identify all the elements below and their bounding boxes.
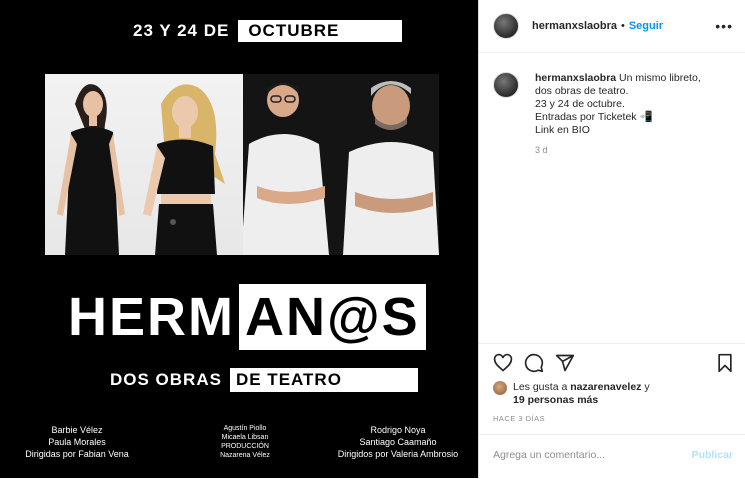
likes-others-link[interactable]: 19 personas más [513,394,598,406]
show-logo: HERM AN@S [64,284,426,350]
comment-icon[interactable] [524,353,544,373]
credit-line: Dirigidas por Fabian Vena [25,449,129,459]
share-icon[interactable] [555,353,575,373]
credit-line: Micaela Libsan [221,434,269,441]
caption-text-line: Link en BIO [535,124,590,136]
credit-line: Barbie Vélez [51,425,103,435]
credit-line: Agustín Piollo [223,425,267,432]
credit-line: Santiago Caamaño [359,437,437,447]
date-banner: 23 Y 24 DE OCTUBRE [133,20,403,42]
credit-line: Nazarena Vélez [220,452,270,459]
heart-icon[interactable] [493,353,513,373]
credit-line: Paula Morales [48,437,106,447]
likes-connector: y [644,381,650,393]
comment-bar: Publicar [479,434,745,479]
separator-dot: • [620,20,625,32]
credit-line: PRODUCCIÓN [221,443,269,450]
avatar[interactable] [493,13,519,39]
instagram-post-modal: 23 Y 24 DE OCTUBRE HERM AN@S DOS OBRAS D… [0,0,745,478]
actors-photo [243,74,439,255]
caption-text-line: Un mismo libreto, [619,72,701,84]
liker-username[interactable]: nazarenavelez [570,381,641,393]
caption-text-line: dos obras de teatro. [535,85,629,97]
credits-left: Barbie Vélez Paula Morales Dirigidas por… [14,424,140,460]
post-side-panel: hermanxslaobra • Seguir ••• hermanxslaob… [478,0,745,478]
more-options-icon[interactable]: ••• [715,18,733,34]
subtitle-banner: DOS OBRAS DE TEATRO [110,368,418,392]
actors-illustration [243,81,439,255]
actresses-illustration [57,84,225,255]
follow-button[interactable]: Seguir [629,20,663,32]
caption-timestamp[interactable]: 3 d [535,144,701,157]
logo-right-text: AN@S [239,284,426,350]
caption-text-line: Entradas por Ticketek 📲 [535,111,653,123]
likes-summary: Les gusta a nazarenavelez y 19 personas … [493,381,650,407]
post-header: hermanxslaobra • Seguir ••• [479,0,745,53]
caption-username[interactable]: hermanxslaobra [535,72,616,84]
likes-prefix: Les gusta a [513,381,568,393]
avatar[interactable] [493,72,519,98]
comment-input[interactable] [493,449,673,461]
liker-avatar[interactable] [493,381,507,395]
credits-center: Agustín Piollo Micaela Libsan PRODUCCIÓN… [200,424,290,460]
bookmark-icon[interactable] [715,353,735,373]
date-text: 23 Y 24 DE [133,21,230,40]
header-username[interactable]: hermanxslaobra [532,20,617,32]
credit-line: Dirigidos por Valeria Ambrosio [337,449,459,459]
posted-date[interactable]: HACE 3 DÍAS [493,414,545,423]
caption: hermanxslaobra Un mismo libreto, dos obr… [493,72,733,157]
caption-text-line: 23 y 24 de octubre. [535,98,625,110]
month-box: OCTUBRE [238,20,403,42]
logo-left-text: HERM [64,284,239,350]
credit-line: Rodrigo Noya [370,425,426,435]
credits-right: Rodrigo Noya Santiago Caamaño Dirigidos … [330,424,466,460]
action-bar [479,343,745,380]
caption-body: hermanxslaobra Un mismo libreto, dos obr… [535,72,701,157]
subtitle-text: DOS OBRAS [110,370,222,389]
publish-button[interactable]: Publicar [692,449,733,461]
post-image[interactable]: 23 Y 24 DE OCTUBRE HERM AN@S DOS OBRAS D… [0,0,478,478]
actresses-photo [45,74,243,255]
subtitle-box: DE TEATRO [229,368,418,392]
